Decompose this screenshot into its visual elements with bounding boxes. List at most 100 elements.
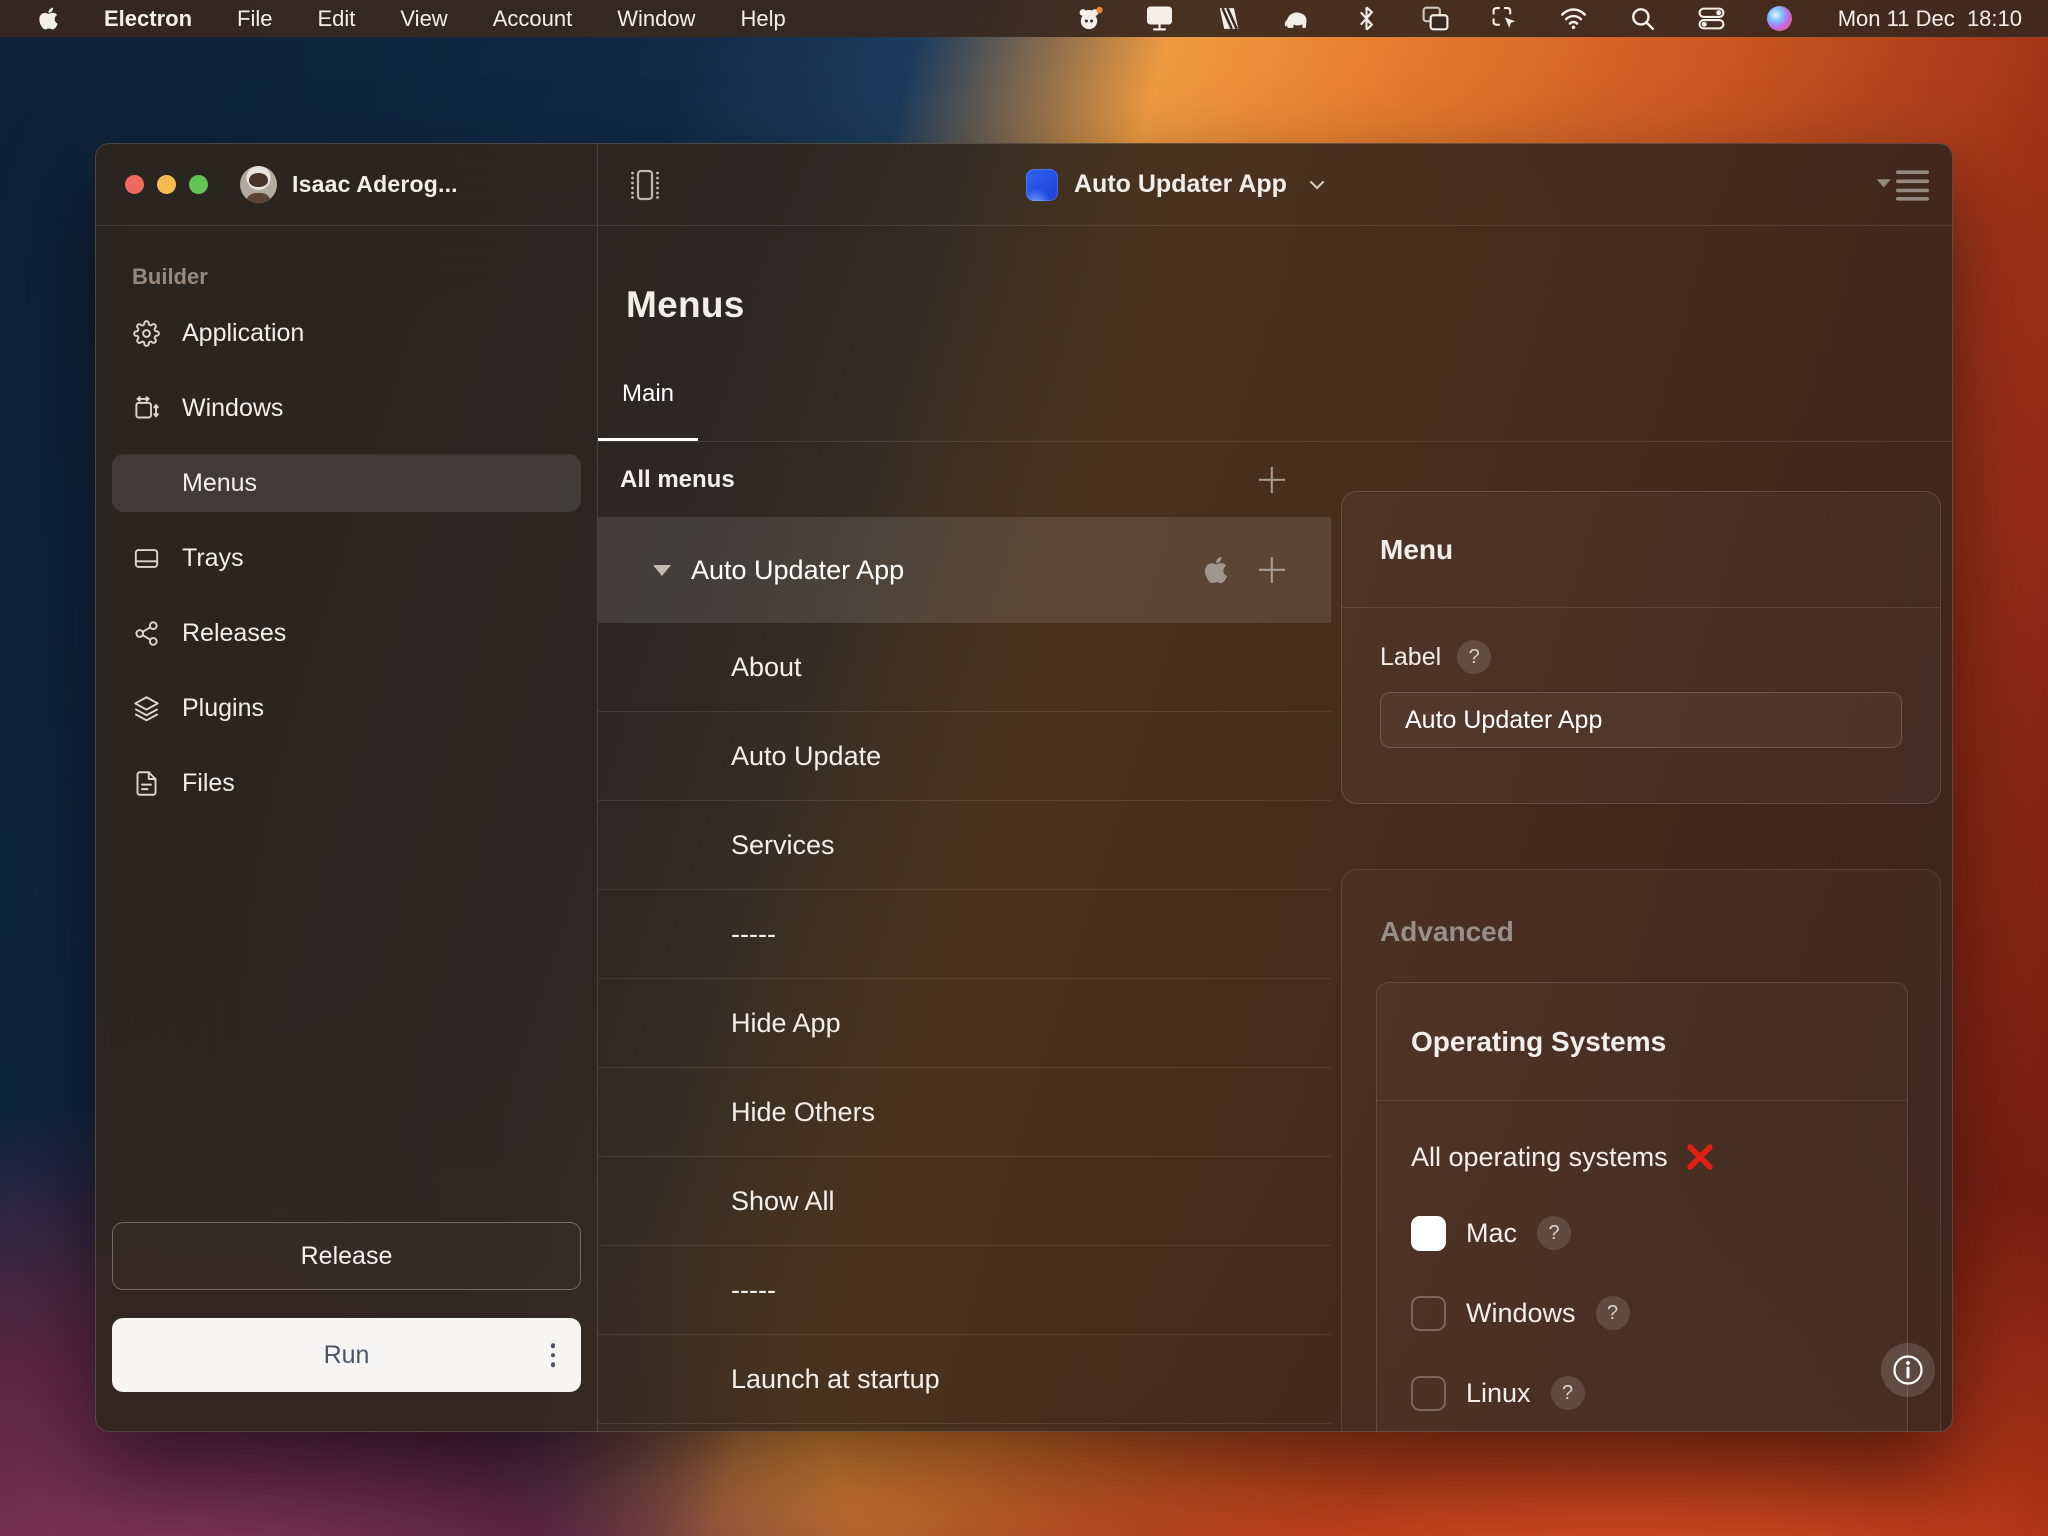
add-menu-button[interactable] (1257, 465, 1287, 495)
disclosure-triangle-icon[interactable] (653, 565, 671, 576)
app-window: Isaac Aderog... Auto Updater App (95, 143, 1953, 1432)
menu-item-row-separator[interactable]: ----- (598, 1246, 1331, 1335)
toggle-sidebar-button[interactable] (622, 162, 668, 208)
run-button[interactable]: Run (112, 1318, 581, 1392)
run-options-kebab-icon[interactable] (551, 1343, 556, 1367)
sidebar-item-application[interactable]: Application (112, 304, 581, 362)
label-input[interactable]: Auto Updater App (1380, 692, 1902, 748)
menu-root-row[interactable]: Auto Updater App (598, 517, 1331, 623)
window-titlebar: Isaac Aderog... Auto Updater App (96, 144, 1952, 226)
mac-help-icon[interactable]: ? (1537, 1216, 1571, 1250)
desktop-wallpaper: Electron File Edit View Account Window H… (0, 0, 2048, 1536)
windows-checkbox[interactable] (1411, 1296, 1446, 1331)
layers-icon (132, 694, 160, 722)
traffic-lights (125, 175, 208, 194)
mac-checkbox[interactable] (1411, 1216, 1446, 1251)
remove-x-icon[interactable] (1684, 1141, 1716, 1173)
app-selector-label: Auto Updater App (1074, 170, 1287, 199)
all-operating-systems-label: All operating systems (1411, 1142, 1668, 1173)
label-field-label: Label (1380, 643, 1441, 672)
gear-icon (132, 319, 160, 347)
menubar-item-file[interactable]: File (237, 6, 272, 32)
menu-bar: Electron File Edit View Account Window H… (0, 0, 2048, 37)
advanced-section: Advanced Operating Systems All operating… (1341, 869, 1941, 1432)
menubar-item-edit[interactable]: Edit (317, 6, 355, 32)
wifi-icon[interactable] (1560, 6, 1587, 31)
linux-checkbox[interactable] (1411, 1376, 1446, 1411)
mac-label: Mac (1466, 1218, 1517, 1249)
menu-item-row-separator[interactable]: ----- (598, 890, 1331, 979)
chevron-down-icon (1309, 180, 1325, 190)
menu-root-label: Auto Updater App (691, 555, 904, 586)
sidebar-item-trays[interactable]: Trays (112, 529, 581, 587)
apple-platform-icon (1203, 555, 1229, 585)
screen-mirroring-icon[interactable] (1422, 6, 1449, 31)
apple-menu-icon[interactable] (38, 6, 59, 31)
tab-main[interactable]: Main (598, 349, 698, 441)
menu-item-row[interactable]: Show All (598, 1157, 1331, 1246)
window-switcher-icon[interactable] (1491, 6, 1518, 31)
titlebar-main-area: Auto Updater App (598, 144, 1952, 225)
file-icon (132, 769, 160, 797)
assistant-app-icon[interactable] (1077, 6, 1104, 31)
menu-item-row[interactable]: About (598, 623, 1331, 712)
tray-icon (132, 544, 160, 572)
menubar-item-account[interactable]: Account (493, 6, 573, 32)
minimize-window-button[interactable] (157, 175, 176, 194)
menu-tree-panel: All menus Auto Updater App (598, 442, 1331, 1432)
release-button[interactable]: Release (112, 1222, 581, 1290)
sidebar-item-label: Windows (182, 394, 283, 423)
sidebar-item-label: Files (182, 769, 235, 798)
app-logo-icon (1026, 169, 1058, 201)
linux-help-icon[interactable]: ? (1551, 1376, 1585, 1410)
menu-item-row[interactable]: Launch at startup (598, 1335, 1331, 1424)
sidebar-item-menus[interactable]: Menus (112, 454, 581, 512)
add-menu-item-button[interactable] (1257, 555, 1287, 585)
menu-card: Menu Label ? Auto Updater App (1341, 491, 1941, 804)
label-help-icon[interactable]: ? (1457, 640, 1491, 674)
builder-sidebar: Builder Application (96, 226, 598, 1432)
menubar-item-help[interactable]: Help (740, 6, 785, 32)
sidebar-item-files[interactable]: Files (112, 754, 581, 812)
zoom-window-button[interactable] (189, 175, 208, 194)
operating-systems-card: Operating Systems All operating systems (1376, 982, 1908, 1432)
os-option-windows: Windows ? (1411, 1293, 1873, 1333)
titlebar-account-area: Isaac Aderog... (96, 144, 598, 225)
sidebar-item-windows[interactable]: Windows (112, 379, 581, 437)
inspector-panel: Menu Label ? Auto Updater App (1331, 442, 1952, 1432)
menubar-item-window[interactable]: Window (617, 6, 695, 32)
sidebar-item-plugins[interactable]: Plugins (112, 679, 581, 737)
user-name[interactable]: Isaac Aderog... (292, 171, 458, 198)
info-button[interactable] (1881, 1343, 1935, 1397)
advanced-section-label: Advanced (1380, 916, 1940, 948)
windows-help-icon[interactable]: ? (1596, 1296, 1630, 1330)
spotlight-icon[interactable] (1629, 6, 1656, 31)
linux-label: Linux (1466, 1378, 1531, 1409)
sidebar-item-label: Plugins (182, 694, 264, 723)
share-nodes-icon (132, 619, 160, 647)
menubar-clock[interactable]: Mon 11 Dec 18:10 (1838, 6, 2022, 32)
menu-item-row[interactable]: Services (598, 801, 1331, 890)
menu-item-row[interactable]: Hide Others (598, 1068, 1331, 1157)
sidebar-section-label: Builder (132, 264, 597, 290)
menubar-item-view[interactable]: View (400, 6, 447, 32)
all-menus-label: All menus (620, 466, 735, 494)
outline-view-button[interactable] (1874, 165, 1930, 205)
sidebar-item-releases[interactable]: Releases (112, 604, 581, 662)
mammoth-icon[interactable] (1284, 6, 1311, 31)
stage-manager-icon[interactable] (1215, 6, 1242, 31)
app-selector-dropdown[interactable]: Auto Updater App (1026, 144, 1325, 225)
close-window-button[interactable] (125, 175, 144, 194)
window-resize-icon (132, 394, 160, 422)
menu-item-row[interactable]: Hide App (598, 979, 1331, 1068)
menubar-app-name[interactable]: Electron (104, 6, 192, 32)
bluetooth-icon[interactable] (1353, 6, 1380, 31)
user-avatar[interactable] (240, 166, 277, 203)
content-header: Menus Main (598, 226, 1952, 442)
display-icon[interactable] (1146, 6, 1173, 31)
control-center-icon[interactable] (1698, 6, 1725, 31)
siri-icon[interactable] (1767, 6, 1792, 31)
menu-card-title: Menu (1380, 534, 1453, 566)
main-content: Menus Main All menus Auto Updater App (598, 226, 1952, 1432)
menu-item-row[interactable]: Auto Update (598, 712, 1331, 801)
